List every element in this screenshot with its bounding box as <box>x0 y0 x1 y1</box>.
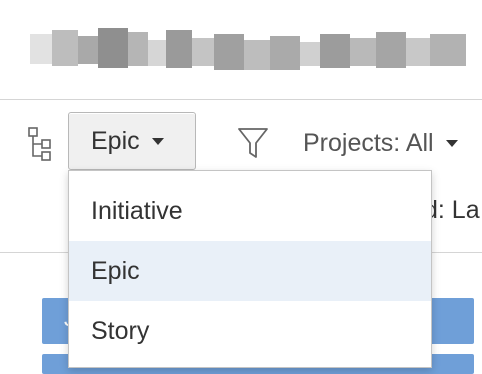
caret-down-icon <box>445 139 458 147</box>
issue-type-dropdown-menu: Initiative Epic Story <box>68 170 432 368</box>
issue-type-selected-label: Epic <box>91 126 140 155</box>
header-divider <box>0 99 482 100</box>
caret-down-icon <box>151 137 164 145</box>
funnel-filter-icon[interactable] <box>236 126 270 160</box>
projects-filter-label: Projects: All <box>303 128 434 157</box>
issue-type-dropdown-button[interactable]: Epic <box>68 112 196 170</box>
menu-item-story[interactable]: Story <box>69 301 431 361</box>
obscured-title <box>30 26 466 74</box>
menu-item-epic[interactable]: Epic <box>69 241 431 301</box>
partially-hidden-label: d: La <box>424 196 480 224</box>
tree-structure-icon[interactable] <box>28 127 54 161</box>
menu-item-initiative[interactable]: Initiative <box>69 181 431 241</box>
projects-filter-dropdown[interactable]: Projects: All <box>303 126 458 160</box>
